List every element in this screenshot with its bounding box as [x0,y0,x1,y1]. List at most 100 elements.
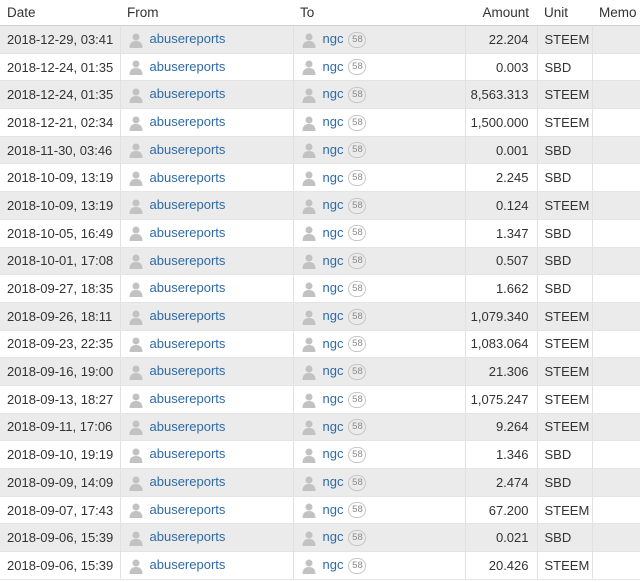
memo-cell [591,274,640,303]
from-account-link[interactable]: abusereports [150,308,226,323]
to-account-link[interactable]: ngc [323,225,344,240]
to-account-link[interactable]: ngc [323,170,344,185]
from-account-link[interactable]: abusereports [150,363,226,378]
to-account-link[interactable]: ngc [323,529,344,544]
to-account-link[interactable]: ngc [323,336,344,351]
to-account-link[interactable]: ngc [323,391,344,406]
to-account-link[interactable]: ngc [323,419,344,434]
user-avatar-icon [301,170,317,187]
to-account-link[interactable]: ngc [323,446,344,461]
from-account-link[interactable]: abusereports [150,86,226,101]
amount-text: 1.346 [495,447,529,463]
amount-text: 20.426 [488,557,529,573]
from-cell: abusereports [119,53,293,82]
amount-text: 21.306 [488,364,529,380]
to-account-link[interactable]: ngc [323,474,344,489]
user-avatar-icon [128,87,144,103]
unit-cell: SBD [536,136,592,165]
reputation-badge: 58 [348,363,367,380]
reputation-badge: 58 [348,446,367,463]
reputation-badge: 58 [348,280,367,297]
date-text: 2018-10-01, 17:08 [7,253,114,269]
user-avatar-icon [128,115,144,131]
date-text: 2018-09-16, 19:00 [7,364,114,380]
to-account-link[interactable]: ngc [323,31,344,46]
to-account-link[interactable]: ngc [323,142,344,157]
from-account-link[interactable]: abusereports [150,59,226,74]
table-row: 2018-09-27, 18:35 abusereports ngc 58 1.6… [0,274,640,303]
from-account-link[interactable]: abusereports [150,225,226,240]
from-account-link[interactable]: abusereports [150,253,226,268]
date-cell: 2018-12-24, 01:35 [0,53,120,82]
memo-cell [591,468,640,497]
to-account-link[interactable]: ngc [323,502,344,517]
to-account-link[interactable]: ngc [323,557,344,572]
unit-cell: STEEM [536,413,592,442]
from-account-link[interactable]: abusereports [150,142,226,157]
header-date[interactable]: Date [0,0,120,26]
from-account-link[interactable]: abusereports [150,446,226,461]
amount-cell: 1.662 [464,274,537,303]
to-account-link[interactable]: ngc [323,308,344,323]
header-to[interactable]: To [293,0,465,26]
from-cell: abusereports [119,219,293,248]
user-avatar-icon [128,502,144,519]
to-cell: ngc 58 [292,219,465,248]
from-account-link[interactable]: abusereports [150,336,226,351]
header-amount[interactable]: Amount [465,0,537,26]
header-memo[interactable]: Memo [592,0,640,26]
to-cell: ngc 58 [292,108,465,137]
table-row: 2018-09-09, 14:09 abusereports ngc 58 2.4… [0,468,640,497]
amount-text: 9.264 [495,419,529,435]
from-cell: abusereports [119,523,293,553]
from-account-link[interactable]: abusereports [150,502,226,517]
from-account-link[interactable]: abusereports [150,280,226,295]
date-text: 2018-09-06, 15:39 [7,530,114,546]
to-account-link[interactable]: ngc [323,197,344,212]
date-cell: 2018-09-09, 14:09 [0,468,120,497]
user-avatar-icon [128,32,144,48]
user-avatar-icon [128,447,144,463]
from-account-link[interactable]: abusereports [150,197,226,212]
to-cell: ngc 58 [292,302,465,331]
from-account-link[interactable]: abusereports [150,557,226,572]
from-account-link[interactable]: abusereports [150,474,226,489]
memo-cell [591,80,640,110]
unit-text: STEEM [544,336,590,352]
to-cell: ngc 58 [292,163,465,193]
memo-cell [591,330,640,359]
unit-text: SBD [544,474,572,490]
to-account-link[interactable]: ngc [323,363,344,378]
date-cell: 2018-09-27, 18:35 [0,274,120,303]
memo-cell [591,219,640,248]
transfers-table-body: 2018-12-29, 03:41 abusereports ngc 58 22.… [0,25,640,580]
unit-text: STEEM [544,197,590,213]
table-row: 2018-10-09, 13:19 abusereports ngc 58 2.2… [0,163,640,193]
date-cell: 2018-09-11, 17:06 [0,413,120,442]
user-avatar-icon [301,558,317,574]
to-account-link[interactable]: ngc [323,253,344,268]
from-account-link[interactable]: abusereports [150,31,226,46]
date-text: 2018-09-09, 14:09 [7,474,114,490]
to-account-link[interactable]: ngc [323,86,344,101]
amount-cell: 20.426 [464,551,537,580]
date-cell: 2018-09-26, 18:11 [0,302,120,331]
to-account-link[interactable]: ngc [323,59,344,74]
table-row: 2018-12-24, 01:35 abusereports ngc 58 8,5… [0,80,640,110]
user-avatar-icon [301,87,317,103]
header-unit[interactable]: Unit [537,0,592,26]
amount-cell: 1.346 [464,440,537,469]
from-account-link[interactable]: abusereports [150,419,226,434]
user-avatar-icon [301,59,317,76]
to-account-link[interactable]: ngc [323,280,344,295]
from-account-link[interactable]: abusereports [150,391,226,406]
from-account-link[interactable]: abusereports [150,114,226,129]
user-avatar-icon [128,59,144,76]
amount-text: 0.507 [495,253,529,269]
from-account-link[interactable]: abusereports [150,170,226,185]
header-from[interactable]: From [120,0,293,26]
to-account-link[interactable]: ngc [323,114,344,129]
from-account-link[interactable]: abusereports [150,529,226,544]
date-text: 2018-12-24, 01:35 [7,87,114,103]
amount-text: 0.001 [495,142,529,158]
